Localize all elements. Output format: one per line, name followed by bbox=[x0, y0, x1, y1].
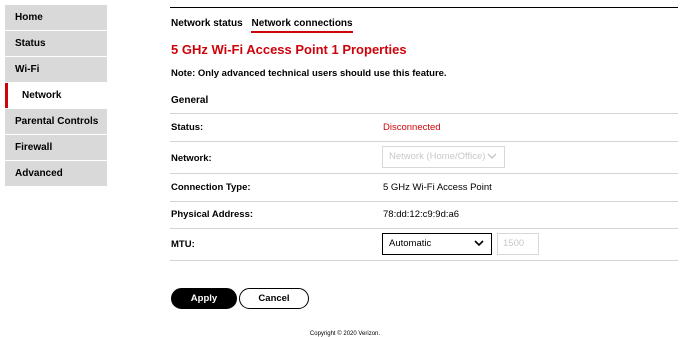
physical-address-label: Physical Address: bbox=[171, 209, 254, 220]
mtu-select[interactable]: Automatic bbox=[382, 233, 492, 255]
sidebar-item-firewall[interactable]: Firewall bbox=[5, 135, 107, 160]
network-select-value: Network (Home/Office) bbox=[389, 151, 486, 162]
divider bbox=[170, 141, 678, 142]
sidebar-nav: Home Status Wi-Fi Network Parental Contr… bbox=[5, 5, 107, 187]
connection-type-label: Connection Type: bbox=[171, 182, 251, 193]
mtu-select-value: Automatic bbox=[389, 238, 432, 249]
chevron-down-icon bbox=[487, 153, 497, 159]
sidebar-item-network[interactable]: Network bbox=[5, 83, 107, 108]
top-divider bbox=[170, 7, 678, 8]
divider bbox=[170, 228, 678, 229]
tab-network-status[interactable]: Network status bbox=[171, 18, 243, 31]
sidebar-item-status[interactable]: Status bbox=[5, 31, 107, 56]
sidebar-item-advanced[interactable]: Advanced bbox=[5, 161, 107, 186]
mtu-input: 1500 bbox=[497, 233, 539, 255]
divider bbox=[170, 173, 678, 174]
section-title-general: General bbox=[171, 95, 209, 106]
sidebar-item-wifi[interactable]: Wi-Fi bbox=[5, 57, 107, 82]
tab-bar: Network status Network connections bbox=[171, 18, 359, 33]
cancel-button[interactable]: Cancel bbox=[239, 288, 309, 309]
status-label: Status: bbox=[171, 122, 204, 133]
status-value: Disconnected bbox=[383, 122, 441, 133]
advanced-users-note: Note: Only advanced technical users shou… bbox=[171, 68, 447, 79]
physical-address-value: 78:dd:12:c9:9d:a6 bbox=[383, 209, 460, 220]
page-title: 5 GHz Wi-Fi Access Point 1 Properties bbox=[171, 42, 407, 57]
mtu-label: MTU: bbox=[171, 239, 195, 250]
sidebar-item-home[interactable]: Home bbox=[5, 5, 107, 30]
chevron-down-icon bbox=[474, 240, 484, 247]
tab-network-connections[interactable]: Network connections bbox=[251, 18, 353, 33]
network-select: Network (Home/Office) bbox=[382, 146, 505, 168]
divider bbox=[170, 201, 678, 202]
divider bbox=[170, 260, 678, 261]
copyright-footer: Copyright © 2020 Verizon. bbox=[309, 331, 381, 337]
apply-button[interactable]: Apply bbox=[171, 288, 237, 309]
network-label: Network: bbox=[171, 153, 212, 164]
divider bbox=[170, 113, 678, 114]
sidebar-item-parental-controls[interactable]: Parental Controls bbox=[5, 109, 107, 134]
connection-type-value: 5 GHz Wi-Fi Access Point bbox=[383, 182, 492, 193]
